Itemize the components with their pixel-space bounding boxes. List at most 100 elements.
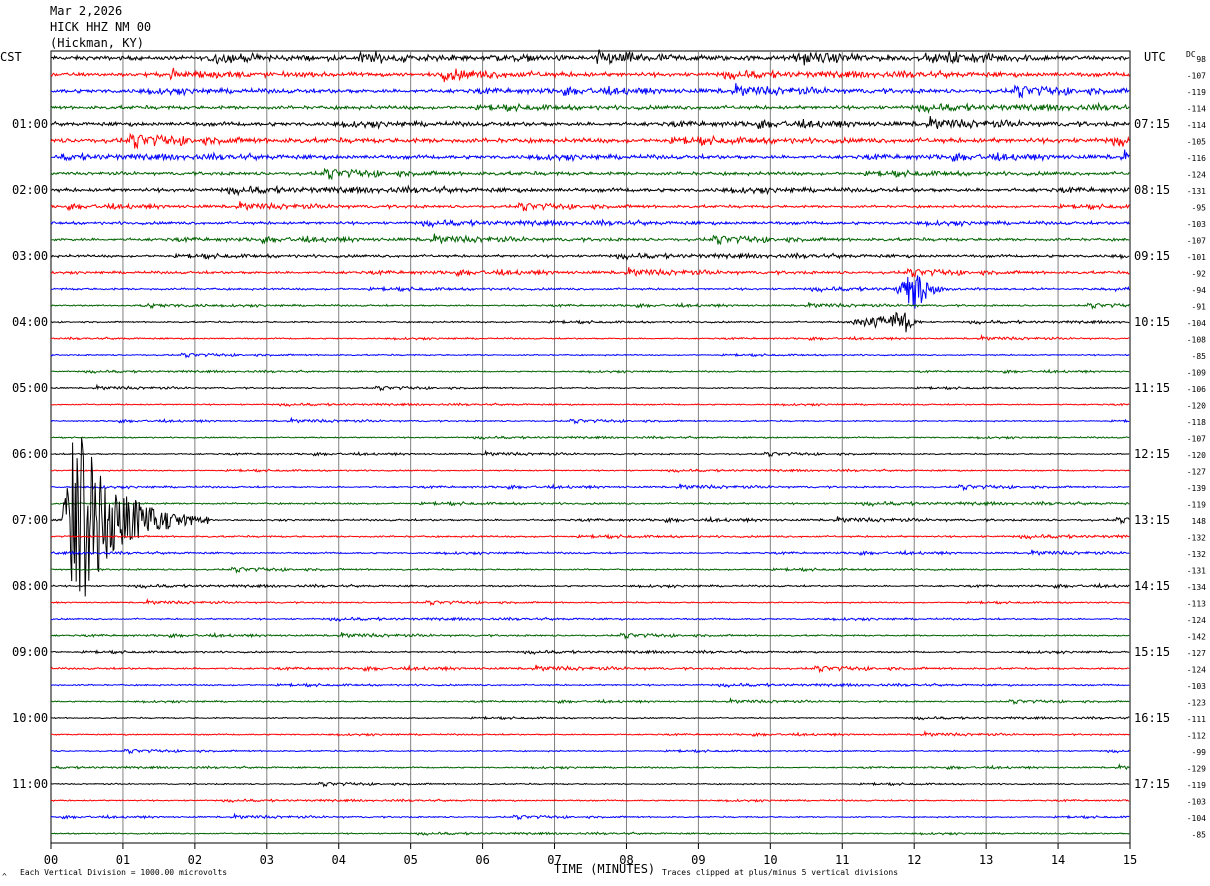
trace-row-43 bbox=[50, 763, 1130, 771]
x-tick-label: 13 bbox=[979, 853, 993, 867]
cst-hour-label: 07:00 bbox=[12, 513, 48, 527]
trace-row-39 bbox=[50, 697, 1130, 706]
utc-hour-label: 07:15 bbox=[1134, 117, 1170, 131]
trace-row-1 bbox=[50, 67, 1130, 83]
dc-offset-label: -131 bbox=[1187, 567, 1206, 576]
utc-hour-label: 08:15 bbox=[1134, 183, 1170, 197]
dc-offset-label: -118 bbox=[1187, 418, 1206, 427]
dc-offset-label: -119 bbox=[1187, 501, 1206, 510]
trace-row-14 bbox=[50, 275, 1130, 309]
utc-hour-label: 15:15 bbox=[1134, 645, 1170, 659]
x-tick-label: 15 bbox=[1123, 853, 1137, 867]
dc-offset-label: -123 bbox=[1187, 699, 1206, 708]
dc-offset-label: -124 bbox=[1187, 171, 1206, 180]
cst-hour-label: 09:00 bbox=[12, 645, 48, 659]
trace-row-16 bbox=[50, 311, 1130, 333]
dc-offset-label: -129 bbox=[1187, 765, 1206, 774]
corner-mark: ^ bbox=[2, 872, 7, 881]
x-tick-label: 09 bbox=[691, 853, 705, 867]
dc-offset-label: -85 bbox=[1192, 352, 1207, 361]
dc-offset-label: -101 bbox=[1187, 253, 1206, 262]
x-tick-label: 04 bbox=[332, 853, 346, 867]
dc-offset-label: -105 bbox=[1187, 138, 1206, 147]
helicorder-plot: 00 01 02 03 04 05 06 07 08 09 10 11 12 13 14 1598-107-1… bbox=[12, 49, 1207, 867]
dc-offset-label: -92 bbox=[1192, 270, 1207, 279]
trace-row-11 bbox=[50, 233, 1130, 246]
dc-offset-label: -127 bbox=[1187, 468, 1206, 477]
cst-hour-label: 05:00 bbox=[12, 381, 48, 395]
utc-hour-label: 12:15 bbox=[1134, 447, 1170, 461]
dc-offset-label: -134 bbox=[1187, 583, 1206, 592]
trace-row-13 bbox=[50, 267, 1130, 278]
dc-offset-label: -103 bbox=[1187, 682, 1206, 691]
trace-row-45 bbox=[50, 798, 1130, 804]
dc-offset-label: -119 bbox=[1187, 781, 1206, 790]
trace-row-5 bbox=[50, 132, 1130, 150]
cst-hour-label: 08:00 bbox=[12, 579, 48, 593]
dc-offset-label: -124 bbox=[1187, 666, 1206, 675]
cst-hour-label: 02:00 bbox=[12, 183, 48, 197]
clip-note: Traces clipped at plus/minus 5 vertical … bbox=[662, 868, 899, 877]
dc-offset-label: -103 bbox=[1187, 220, 1206, 229]
trace-row-4 bbox=[50, 115, 1130, 130]
utc-hour-label: 17:15 bbox=[1134, 777, 1170, 791]
dc-offset-label: -104 bbox=[1187, 814, 1206, 823]
x-axis-label: TIME (MINUTES) bbox=[554, 862, 656, 876]
dc-offset-label: 98 bbox=[1196, 55, 1206, 64]
dc-offset-label: 148 bbox=[1192, 517, 1207, 526]
dc-offset-label: -109 bbox=[1187, 369, 1206, 378]
trace-row-22 bbox=[50, 416, 1130, 425]
dc-offset-label: -131 bbox=[1187, 187, 1206, 196]
utc-hour-label: 14:15 bbox=[1134, 579, 1170, 593]
dc-offset-label: -85 bbox=[1192, 831, 1207, 840]
trace-row-34 bbox=[50, 616, 1130, 622]
dc-offset-label: -99 bbox=[1192, 748, 1207, 757]
dc-offset-label: -142 bbox=[1187, 633, 1206, 642]
utc-hour-label: 10:15 bbox=[1134, 315, 1170, 329]
trace-row-30 bbox=[50, 549, 1130, 557]
cst-hour-label: 06:00 bbox=[12, 447, 48, 461]
trace-row-21 bbox=[50, 402, 1130, 408]
trace-row-8 bbox=[50, 184, 1130, 197]
dc-offset-label: -94 bbox=[1192, 286, 1207, 295]
x-tick-label: 14 bbox=[1051, 853, 1065, 867]
trace-row-10 bbox=[50, 218, 1130, 229]
trace-row-29 bbox=[50, 533, 1130, 540]
dc-offset-label: -107 bbox=[1187, 72, 1206, 81]
trace-row-31 bbox=[50, 566, 1130, 574]
dc-offset-label: -107 bbox=[1187, 237, 1206, 246]
dc-offset-label: -111 bbox=[1187, 715, 1206, 724]
dc-offset-label: -120 bbox=[1187, 451, 1206, 460]
trace-row-27 bbox=[50, 500, 1130, 507]
utc-hour-label: 16:15 bbox=[1134, 711, 1170, 725]
trace-row-6 bbox=[50, 149, 1130, 163]
trace-row-33 bbox=[50, 598, 1130, 607]
dc-offset-label: -91 bbox=[1192, 303, 1207, 312]
trace-row-17 bbox=[50, 334, 1130, 342]
trace-row-19 bbox=[50, 368, 1130, 375]
dc-offset-label: -132 bbox=[1187, 534, 1206, 543]
dc-offset-label: -103 bbox=[1187, 798, 1206, 807]
dc-offset-label: -108 bbox=[1187, 336, 1206, 345]
dc-offset-label: -116 bbox=[1187, 154, 1206, 163]
plot-frame bbox=[50, 50, 1131, 844]
trace-row-37 bbox=[50, 664, 1130, 674]
trace-row-3 bbox=[50, 101, 1130, 115]
dc-offset-label: -107 bbox=[1187, 435, 1206, 444]
dc-offset-label: -127 bbox=[1187, 649, 1206, 658]
trace-row-38 bbox=[50, 682, 1130, 688]
trace-row-36 bbox=[50, 649, 1130, 655]
dc-offset-label: -139 bbox=[1187, 484, 1206, 493]
trace-row-18 bbox=[50, 352, 1130, 359]
trace-row-15 bbox=[50, 301, 1130, 310]
trace-row-7 bbox=[50, 167, 1130, 181]
trace-row-28 bbox=[50, 437, 1130, 597]
utc-hour-label: 09:15 bbox=[1134, 249, 1170, 263]
trace-row-42 bbox=[51, 748, 1130, 755]
x-tick-label: 01 bbox=[116, 853, 130, 867]
utc-hour-label: 11:15 bbox=[1134, 381, 1170, 395]
trace-row-23 bbox=[50, 435, 1130, 441]
x-tick-label: 03 bbox=[260, 853, 274, 867]
trace-row-9 bbox=[50, 201, 1130, 212]
trace-row-25 bbox=[50, 468, 1130, 474]
